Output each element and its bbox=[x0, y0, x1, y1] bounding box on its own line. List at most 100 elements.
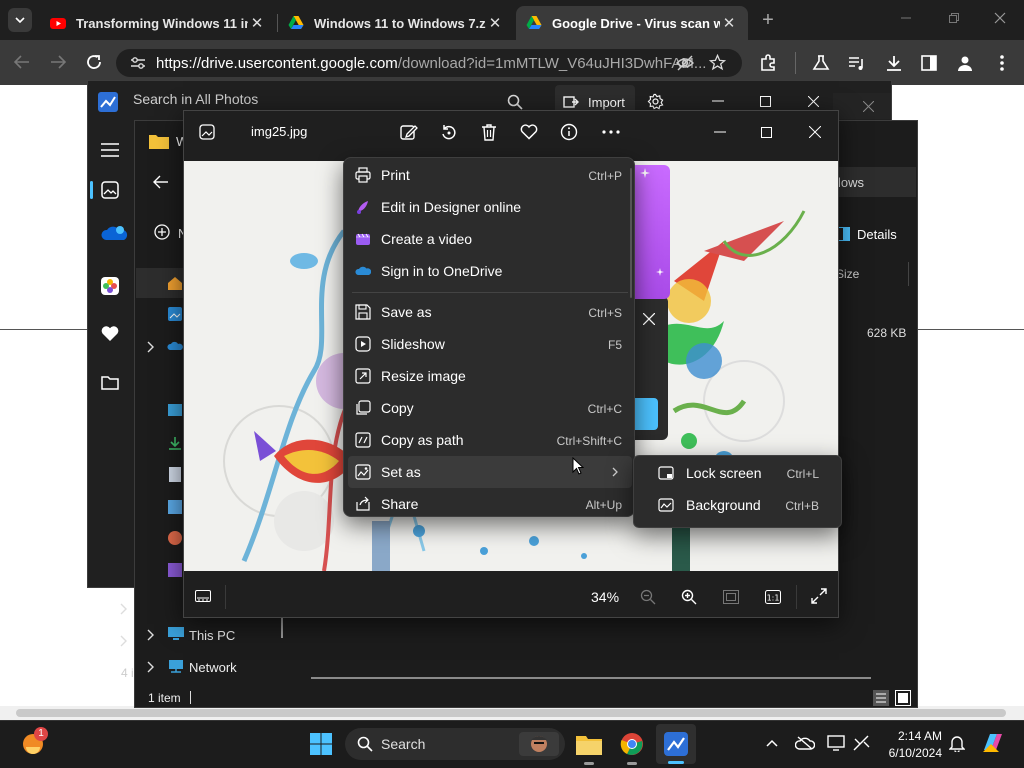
display-icon[interactable] bbox=[827, 735, 845, 751]
menu-item-resize-image[interactable]: Resize image bbox=[344, 360, 634, 392]
heart-favorites-icon[interactable] bbox=[101, 325, 119, 342]
menu-item-save-as[interactable]: Save as Ctrl+S bbox=[344, 296, 634, 328]
fit-to-window-icon[interactable] bbox=[723, 590, 739, 604]
page-horizontal-scrollbar[interactable] bbox=[0, 706, 1024, 720]
settings-gear-icon[interactable] bbox=[647, 93, 664, 110]
file-info-button[interactable] bbox=[555, 118, 583, 146]
star-icon[interactable] bbox=[709, 54, 726, 71]
menu-item-sign-in-onedrive[interactable]: Sign in to OneDrive bbox=[344, 255, 634, 287]
forward-arrow-icon[interactable] bbox=[50, 55, 66, 69]
onedrive-icon[interactable] bbox=[100, 224, 128, 244]
favorite-button[interactable] bbox=[515, 118, 543, 146]
size-column-header[interactable]: Size bbox=[836, 267, 859, 281]
photos-close-icon[interactable] bbox=[808, 96, 819, 107]
close-popup-icon[interactable] bbox=[643, 313, 655, 325]
more-vertical-icon[interactable] bbox=[999, 54, 1005, 72]
chevron-right-icon[interactable] bbox=[146, 341, 154, 353]
fullscreen-icon[interactable] bbox=[811, 588, 827, 604]
menu-item-create-video[interactable]: Create a video bbox=[344, 223, 634, 255]
this-pc-icon bbox=[168, 627, 184, 640]
side-panel-icon[interactable] bbox=[921, 55, 937, 71]
new-tab-button[interactable]: + bbox=[758, 10, 778, 30]
flask-icon[interactable] bbox=[812, 54, 830, 72]
details-view-icon[interactable] bbox=[873, 690, 889, 706]
reload-icon[interactable] bbox=[85, 53, 103, 71]
extensions-icon[interactable] bbox=[759, 54, 777, 72]
browser-tab-2[interactable]: Windows 11 to Windows 7.zip ✕ bbox=[278, 6, 514, 40]
back-arrow-icon[interactable] bbox=[14, 55, 30, 69]
hamburger-menu-icon[interactable] bbox=[101, 143, 119, 157]
gallery-icon[interactable] bbox=[101, 181, 119, 199]
edit-image-button[interactable] bbox=[395, 118, 423, 146]
windows-start-icon[interactable] bbox=[310, 733, 332, 755]
menu-item-copy-as-path[interactable]: Copy as path Ctrl+Shift+C bbox=[344, 424, 634, 456]
submenu-item-lock-screen[interactable]: Lock screen Ctrl+L bbox=[634, 457, 841, 489]
eye-off-icon[interactable] bbox=[676, 55, 694, 71]
details-button[interactable]: Details bbox=[836, 225, 906, 245]
new-item-icon[interactable] bbox=[154, 224, 170, 240]
nav-row-this-pc[interactable]: This PC bbox=[140, 624, 290, 646]
download-icon[interactable] bbox=[885, 54, 903, 72]
chevron-right-icon[interactable] bbox=[119, 635, 127, 647]
menu-item-edit-in-designer[interactable]: Edit in Designer online bbox=[344, 191, 634, 223]
close-tab-icon[interactable]: ✕ bbox=[720, 14, 738, 32]
icloud-photos-icon[interactable] bbox=[101, 277, 119, 295]
tiles-view-icon[interactable] bbox=[895, 690, 911, 706]
toolbar-separator bbox=[795, 52, 796, 74]
filmstrip-icon[interactable] bbox=[195, 590, 211, 602]
zoom-level[interactable]: 34% bbox=[591, 589, 619, 605]
menu-item-share[interactable]: Share Alt+Up bbox=[344, 488, 634, 520]
actual-size-icon[interactable]: 1:1 bbox=[765, 590, 781, 604]
tab-search-button[interactable] bbox=[8, 8, 32, 32]
delete-button[interactable] bbox=[475, 118, 503, 146]
zoom-out-icon[interactable] bbox=[640, 589, 656, 605]
clock-date[interactable]: 6/10/2024 bbox=[880, 746, 942, 760]
clock-time[interactable]: 2:14 AM bbox=[880, 729, 942, 743]
menu-item-slideshow[interactable]: Slideshow F5 bbox=[344, 328, 634, 360]
network-status-icon[interactable] bbox=[853, 735, 871, 751]
menu-item-set-as[interactable]: Set as bbox=[348, 456, 632, 488]
close-window-button[interactable] bbox=[994, 12, 1014, 28]
dim-close-icon[interactable] bbox=[863, 101, 874, 112]
photos-maximize-icon[interactable] bbox=[760, 96, 771, 107]
taskbar-photos-active[interactable] bbox=[656, 724, 696, 764]
cloud-off-icon[interactable] bbox=[795, 736, 815, 750]
chevron-up-icon[interactable] bbox=[766, 739, 778, 747]
folder-icon[interactable] bbox=[101, 375, 119, 390]
browser-tab-1[interactable]: Transforming Windows 11 into ✕ bbox=[40, 6, 276, 40]
menu-item-print[interactable]: Print Ctrl+P bbox=[344, 159, 634, 191]
network-label: Network bbox=[189, 660, 237, 675]
rotate-button[interactable] bbox=[435, 118, 463, 146]
chevron-right-icon[interactable] bbox=[119, 603, 127, 615]
media-controls-icon[interactable] bbox=[848, 55, 866, 71]
zoom-in-icon[interactable] bbox=[681, 589, 697, 605]
browser-tab-3[interactable]: Google Drive - Virus scan warn ✕ bbox=[516, 6, 748, 40]
profile-icon[interactable] bbox=[956, 54, 974, 72]
nav-pane-resizer[interactable] bbox=[281, 616, 283, 638]
address-bar[interactable]: https://drive.usercontent.google.com/dow… bbox=[116, 49, 742, 77]
minimize-button[interactable] bbox=[900, 12, 920, 28]
viewer-minimize-icon[interactable] bbox=[714, 131, 726, 133]
close-tab-icon[interactable]: ✕ bbox=[486, 14, 504, 32]
file-explorer-taskbar-icon[interactable] bbox=[576, 733, 602, 755]
copilot-icon[interactable] bbox=[981, 732, 1005, 754]
more-options-button[interactable] bbox=[597, 118, 625, 146]
weather-widget[interactable]: 1 bbox=[20, 727, 48, 757]
photos-minimize-icon[interactable] bbox=[712, 100, 724, 102]
chrome-taskbar-icon[interactable] bbox=[620, 732, 644, 756]
close-tab-icon[interactable]: ✕ bbox=[248, 14, 266, 32]
network-icon bbox=[169, 660, 183, 673]
restore-button[interactable] bbox=[948, 12, 968, 28]
more-horizontal-icon bbox=[602, 130, 620, 134]
site-info-icon[interactable] bbox=[130, 56, 146, 70]
viewer-maximize-icon[interactable] bbox=[761, 127, 772, 138]
explorer-back-icon[interactable] bbox=[153, 175, 169, 189]
menu-item-copy[interactable]: Copy Ctrl+C bbox=[344, 392, 634, 424]
taskbar-search-box[interactable]: Search bbox=[345, 728, 565, 760]
explorer-scroll-track[interactable] bbox=[311, 677, 871, 679]
submenu-item-background[interactable]: Background Ctrl+B bbox=[634, 489, 841, 521]
nav-row-network[interactable]: Network bbox=[140, 656, 290, 678]
notification-bell-icon[interactable] bbox=[949, 735, 965, 752]
viewer-close-icon[interactable] bbox=[809, 126, 821, 138]
search-icon[interactable] bbox=[507, 94, 523, 110]
